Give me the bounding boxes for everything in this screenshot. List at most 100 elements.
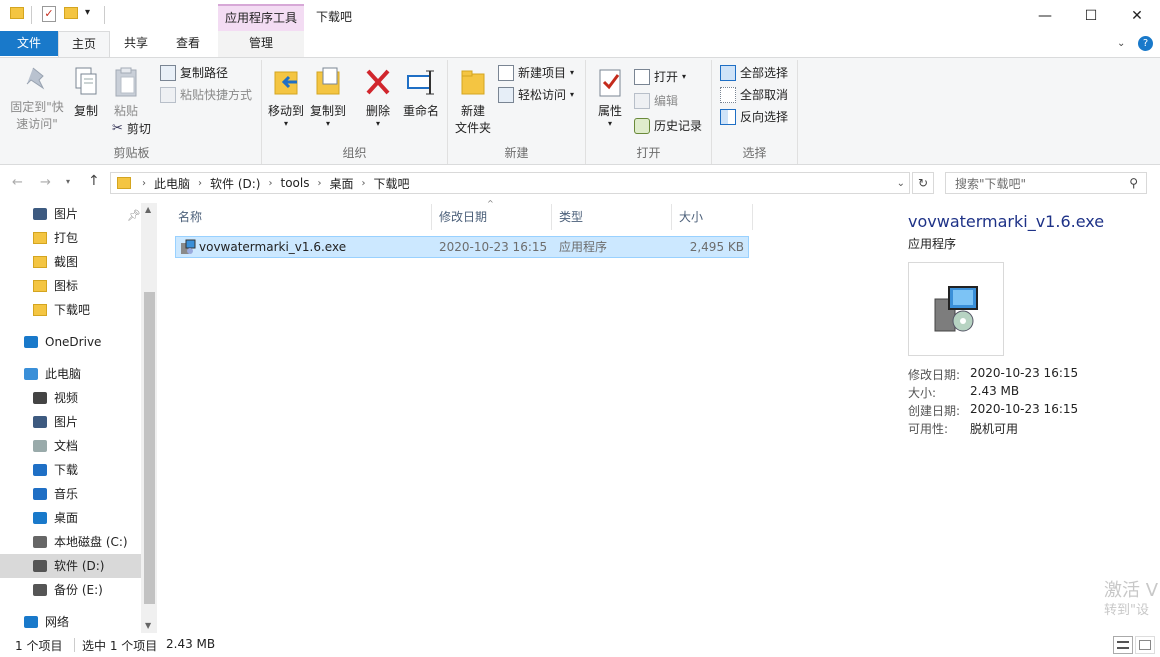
breadcrumb-tools[interactable]: tools	[275, 176, 314, 190]
sidebar-item[interactable]: 下载	[0, 458, 141, 482]
recent-locations-icon[interactable]: ▾	[66, 177, 70, 186]
sidebar-item[interactable]: 音乐	[0, 482, 141, 506]
pinned-icon: 📌︎	[127, 209, 141, 222]
customize-quick-access-icon[interactable]: ▾	[85, 7, 90, 18]
back-arrow-icon[interactable]: ←	[12, 175, 23, 190]
open-button[interactable]: 打开 ▾	[634, 67, 686, 87]
select-all-button[interactable]: 全部选择	[720, 63, 788, 83]
breadcrumb-separator-icon: ›	[361, 177, 366, 189]
rename-button[interactable]: 重命名	[400, 66, 442, 120]
new-folder-quick-icon[interactable]	[64, 7, 78, 19]
open-group-label: 打开	[636, 146, 661, 160]
large-icons-view-button[interactable]	[1135, 636, 1155, 654]
tab-file[interactable]: 文件	[0, 31, 58, 56]
sidebar-item[interactable]: 软件 (D:)	[0, 554, 141, 578]
paste-shortcut-icon	[160, 87, 176, 103]
sidebar-item[interactable]: 视频	[0, 386, 141, 410]
chevron-down-icon: ▾	[570, 68, 575, 77]
move-to-button[interactable]: 移动到 ▾	[266, 66, 306, 128]
sidebar-item-label: 图片	[54, 207, 79, 221]
copy-path-button[interactable]: 复制路径	[160, 63, 228, 83]
installer-exe-icon	[181, 239, 196, 254]
contextual-tab-header: 应用程序工具	[218, 4, 304, 31]
tab-home[interactable]: 主页	[58, 31, 110, 58]
properties-quick-icon[interactable]: ✓	[42, 6, 56, 22]
history-button[interactable]: 历史记录	[634, 116, 702, 136]
breadcrumb-drive-d[interactable]: 软件 (D:)	[205, 175, 265, 192]
sidebar-item[interactable]: 图片	[0, 202, 141, 226]
open-label: 打开	[654, 70, 679, 84]
easy-access-button[interactable]: 轻松访问 ▾	[498, 85, 574, 105]
new-item-button[interactable]: 新建项目 ▾	[498, 63, 574, 83]
close-button[interactable]: ✕	[1114, 0, 1160, 31]
copy-to-icon	[316, 67, 340, 95]
scroll-up-icon[interactable]: ▲	[145, 205, 151, 214]
sidebar-item[interactable]: 网络	[0, 610, 141, 634]
sidebar-item[interactable]: 下载吧	[0, 298, 141, 322]
collapse-ribbon-icon[interactable]: ⌄	[1117, 38, 1125, 49]
breadcrumb-this-pc[interactable]: 此电脑	[149, 175, 195, 192]
breadcrumb-desktop[interactable]: 桌面	[324, 175, 358, 192]
network-icon	[24, 616, 38, 628]
sidebar-item[interactable]: 桌面	[0, 506, 141, 530]
cut-button[interactable]: ✂ 剪切	[112, 119, 151, 139]
up-arrow-icon[interactable]: ↑	[88, 173, 100, 189]
divider	[104, 6, 105, 24]
paste-icon	[115, 67, 137, 97]
sidebar-item[interactable]: 备份 (E:)	[0, 578, 141, 602]
column-header-name[interactable]: 名称	[172, 204, 432, 230]
sidebar-item[interactable]: OneDrive	[0, 330, 141, 354]
folder-icon	[33, 280, 47, 292]
easy-access-label: 轻松访问	[518, 88, 567, 102]
tab-manage[interactable]: 管理	[218, 31, 304, 58]
sidebar-item[interactable]: 打包	[0, 226, 141, 250]
sidebar-item[interactable]: 图标	[0, 274, 141, 298]
invert-selection-button[interactable]: 反向选择	[720, 107, 788, 127]
breadcrumb-separator-icon: ›	[268, 177, 273, 189]
breadcrumb-separator-icon: ›	[317, 177, 322, 189]
copy-button[interactable]: 复制	[68, 66, 104, 120]
paste-button[interactable]: 粘贴	[108, 66, 144, 120]
address-bar[interactable]: › 此电脑 › 软件 (D:) › tools › 桌面 › 下载吧 ⌄	[110, 172, 910, 194]
column-header-type[interactable]: 类型	[553, 204, 672, 230]
address-dropdown-icon[interactable]: ⌄	[897, 178, 905, 189]
this-pc-icon	[24, 368, 38, 380]
search-input[interactable]: 搜索"下载吧" ⚲	[945, 172, 1147, 194]
delete-button[interactable]: 删除 ▾	[360, 66, 396, 128]
edit-button[interactable]: 编辑	[634, 91, 678, 111]
pin-quick-access-button[interactable]: 固定到"快速访问"	[6, 66, 68, 133]
details-view-button[interactable]	[1113, 636, 1133, 654]
pictures-icon	[33, 208, 47, 220]
sidebar-item[interactable]: 文档	[0, 434, 141, 458]
paste-shortcut-button[interactable]: 粘贴快捷方式	[160, 85, 252, 105]
copy-to-button[interactable]: 复制到 ▾	[308, 66, 348, 128]
sidebar-item-label: 图标	[54, 279, 79, 293]
sidebar-item-label: 视频	[54, 391, 79, 405]
select-none-button[interactable]: 全部取消	[720, 85, 788, 105]
open-icon	[634, 69, 650, 85]
column-header-size[interactable]: 大小	[673, 204, 753, 230]
breadcrumb-current[interactable]: 下载吧	[368, 175, 414, 192]
nav-scrollbar-thumb[interactable]	[144, 292, 155, 604]
minimize-button[interactable]: —	[1022, 0, 1068, 31]
properties-button[interactable]: 属性 ▾	[592, 66, 628, 128]
refresh-button[interactable]: ↻	[912, 172, 934, 194]
sidebar-item[interactable]: 图片	[0, 410, 141, 434]
sidebar-item-label: 备份 (E:)	[54, 583, 103, 597]
maximize-button[interactable]: ☐	[1068, 0, 1114, 31]
tab-share[interactable]: 共享	[114, 31, 158, 58]
new-item-icon	[498, 65, 514, 81]
tab-view[interactable]: 查看	[162, 31, 214, 58]
sidebar-item[interactable]: 此电脑	[0, 362, 141, 386]
sidebar-item[interactable]: 截图	[0, 250, 141, 274]
title-bar: ✓ ▾	[0, 0, 1160, 31]
help-icon[interactable]: ?	[1138, 36, 1153, 51]
paste-label: 粘贴	[113, 104, 138, 118]
scroll-down-icon[interactable]: ▼	[145, 621, 151, 630]
select-none-label: 全部取消	[740, 88, 789, 102]
new-folder-button[interactable]: 新建 文件夹	[452, 66, 494, 137]
forward-arrow-icon[interactable]: →	[40, 175, 51, 190]
invert-selection-icon	[720, 109, 736, 125]
table-row[interactable]: vovwatermarki_v1.6.exe 2020-10-23 16:15 …	[175, 236, 749, 258]
sidebar-item[interactable]: 本地磁盘 (C:)	[0, 530, 141, 554]
